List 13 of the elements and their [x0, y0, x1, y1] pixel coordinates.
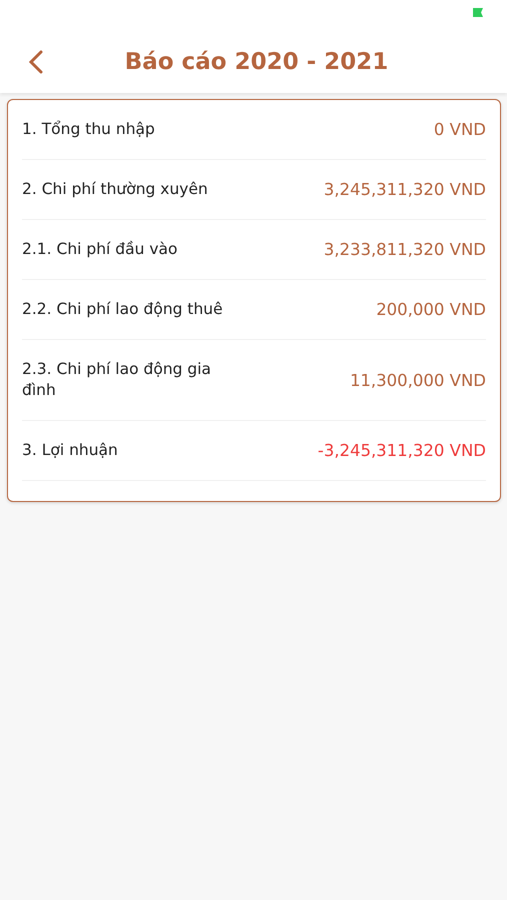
row-value: -3,245,311,320 VND [318, 441, 486, 460]
row-value: 3,233,811,320 VND [324, 240, 486, 259]
row-label: 2. Chi phí thường xuyên [22, 179, 208, 200]
row-label: 2.3. Chi phí lao động gia đình [22, 359, 212, 401]
row-value: 200,000 VND [376, 300, 486, 319]
row-value: 0 VND [434, 120, 486, 139]
row-label: 2.2. Chi phí lao động thuê [22, 299, 223, 320]
row-value: 11,300,000 VND [350, 370, 486, 390]
row-value: 3,245,311,320 VND [324, 180, 486, 199]
page-title: Báo cáo 2020 - 2021 [124, 48, 388, 74]
row-label: 1. Tổng thu nhập [22, 119, 155, 140]
row-label: 3. Lợi nhuận [22, 440, 118, 461]
row-label: 2.1. Chi phí đầu vào [22, 239, 178, 260]
